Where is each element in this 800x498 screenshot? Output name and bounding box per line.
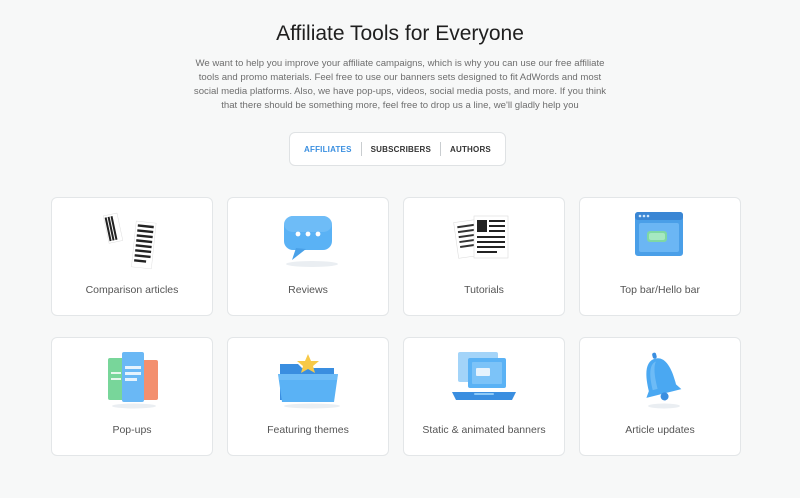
popup-cards-icon	[92, 348, 172, 410]
tool-card-featuring-themes[interactable]: Featuring themes	[227, 337, 389, 456]
tool-card-label: Pop-ups	[112, 424, 152, 436]
chat-bubble-icon	[268, 208, 348, 270]
folder-star-icon	[268, 348, 348, 410]
tool-card-article-updates[interactable]: Article updates	[579, 337, 741, 456]
audience-tabs: AFFILIATES SUBSCRIBERS AUTHORS	[289, 132, 506, 166]
intro-text: We want to help you improve your affilia…	[193, 58, 607, 111]
tab-affiliates[interactable]: AFFILIATES	[304, 145, 352, 154]
tools-grid: Comparison articles Reviews Tutorials To…	[51, 197, 741, 456]
newspaper-icon	[444, 208, 524, 270]
tool-card-label: Tutorials	[464, 284, 504, 296]
tab-divider	[440, 142, 442, 156]
browser-window-icon	[620, 208, 700, 270]
page-title: Affiliate Tools for Everyone	[276, 22, 524, 45]
tool-card-label: Article updates	[625, 424, 695, 436]
tool-card-label: Comparison articles	[85, 284, 179, 296]
tool-card-top-bar[interactable]: Top bar/Hello bar	[579, 197, 741, 316]
tool-card-tutorials[interactable]: Tutorials	[403, 197, 565, 316]
tab-divider	[360, 142, 362, 156]
tab-subscribers[interactable]: SUBSCRIBERS	[371, 145, 431, 154]
tool-card-pop-ups[interactable]: Pop-ups	[51, 337, 213, 456]
bell-icon	[620, 348, 700, 410]
comparison-articles-icon	[92, 208, 172, 270]
tool-card-reviews[interactable]: Reviews	[227, 197, 389, 316]
tool-card-label: Featuring themes	[267, 424, 349, 436]
tool-card-label: Top bar/Hello bar	[620, 284, 700, 296]
tab-authors[interactable]: AUTHORS	[450, 145, 491, 154]
laptop-banner-icon	[444, 348, 524, 410]
tool-card-banners[interactable]: Static & animated banners	[403, 337, 565, 456]
tool-card-label: Static & animated banners	[422, 424, 546, 436]
tool-card-label: Reviews	[288, 284, 328, 296]
tool-card-comparison-articles[interactable]: Comparison articles	[51, 197, 213, 316]
